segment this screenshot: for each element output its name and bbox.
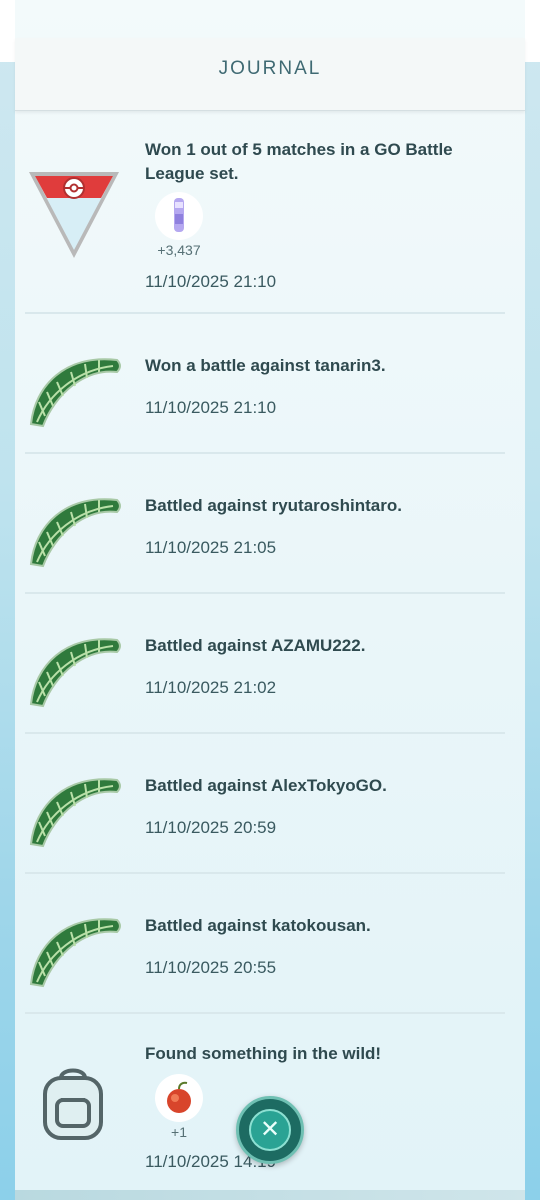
leaf-icon xyxy=(25,486,125,575)
reward-item: +1 xyxy=(153,1074,205,1140)
backpack-icon xyxy=(37,1064,109,1147)
entry-date: 11/10/2025 21:10 xyxy=(145,398,277,417)
leaf-icon xyxy=(25,766,125,855)
journal-entry-battle-league[interactable]: Won 1 out of 5 matches in a GO Battle Le… xyxy=(15,112,525,312)
entry-date: 11/10/2025 21:10 xyxy=(145,272,277,291)
next-entry-peek xyxy=(15,1190,525,1200)
journal-header: JOURNAL xyxy=(15,38,525,111)
reward-count: +3,437 xyxy=(157,242,201,258)
entry-date: 11/10/2025 21:05 xyxy=(145,538,277,557)
journal-panel: JOURNAL Won 1 out of 5 matches in a GO B… xyxy=(15,0,525,1200)
entry-text: Battled against katokousan. xyxy=(145,916,371,935)
entry-date: 11/10/2025 21:02 xyxy=(145,678,277,697)
page-title: JOURNAL xyxy=(218,58,322,79)
leaf-icon xyxy=(25,346,125,435)
entry-text: Won a battle against tanarin3. xyxy=(145,356,386,375)
battle-league-icon xyxy=(25,166,123,267)
entry-date: 11/10/2025 20:59 xyxy=(145,818,277,837)
close-icon[interactable]: ✕ xyxy=(249,1109,291,1151)
leaf-icon xyxy=(25,626,125,715)
reward-item: +3,437 xyxy=(153,192,205,258)
stardust-icon xyxy=(155,192,203,240)
entry-text: Battled against ryutaroshintaro. xyxy=(145,496,402,515)
entry-text: Battled against AlexTokyoGO. xyxy=(145,776,387,795)
entry-text: Won 1 out of 5 matches in a GO Battle Le… xyxy=(145,140,453,183)
journal-entry-battle[interactable]: Battled against AZAMU222. 11/10/2025 21:… xyxy=(15,594,525,732)
entry-text: Found something in the wild! xyxy=(145,1044,382,1063)
journal-entry-battle[interactable]: Won a battle against tanarin3. 11/10/202… xyxy=(15,314,525,452)
close-button[interactable]: ✕ xyxy=(236,1096,304,1164)
journal-entry-battle[interactable]: Battled against AlexTokyoGO. 11/10/2025 … xyxy=(15,734,525,872)
leaf-icon xyxy=(25,906,125,995)
journal-entry-battle[interactable]: Battled against ryutaroshintaro. 11/10/2… xyxy=(15,454,525,592)
entry-date: 11/10/2025 20:55 xyxy=(145,958,277,977)
journal-entry-battle[interactable]: Battled against katokousan. 11/10/2025 2… xyxy=(15,874,525,1012)
reward-count: +1 xyxy=(171,1124,187,1140)
razz-berry-icon xyxy=(155,1074,203,1122)
entry-text: Battled against AZAMU222. xyxy=(145,636,366,655)
